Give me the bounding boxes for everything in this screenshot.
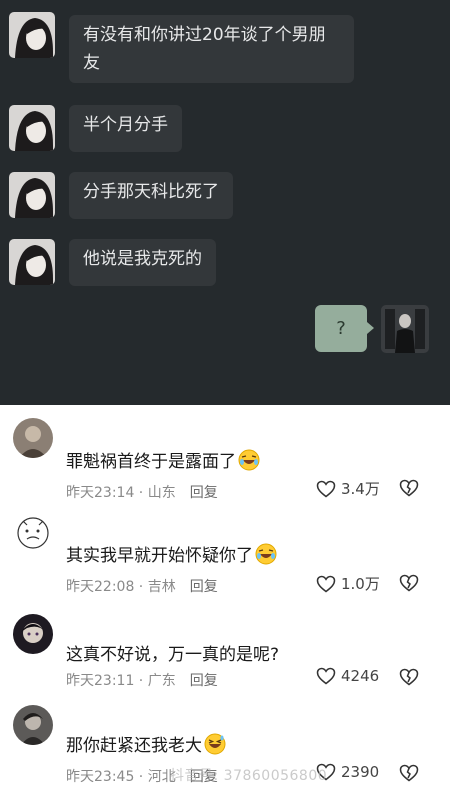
- broken-heart-icon: [399, 574, 419, 592]
- commenter-avatar[interactable]: [13, 614, 53, 654]
- sender-avatar: [9, 239, 55, 285]
- watermark: 抖音号: 37860056800: [170, 768, 328, 784]
- comment-text: 罪魁祸首终于是露面了: [66, 447, 260, 476]
- my-avatar: [381, 305, 429, 353]
- sender-avatar: [9, 12, 55, 58]
- sender-avatar: [9, 172, 55, 218]
- commenter-avatar[interactable]: [13, 513, 53, 553]
- comment-time: 昨天23:14: [66, 485, 135, 501]
- comment-item: 罪魁祸首终于是露面了 昨天23:14 · 山东 回复 3.4万: [0, 405, 450, 505]
- grinning-sweat-emoji: [204, 733, 226, 760]
- heart-icon: [316, 480, 336, 497]
- broken-heart-icon: [399, 764, 419, 782]
- dislike-button[interactable]: [399, 764, 419, 786]
- comment-meta: 昨天23:14 · 山东 回复: [66, 485, 218, 501]
- commenter-avatar[interactable]: [13, 705, 53, 745]
- comment-time: 昨天23:45: [66, 769, 135, 785]
- laughing-crying-emoji: [238, 449, 260, 476]
- chat-message: 分手那天科比死了: [69, 172, 233, 219]
- heart-icon: [316, 667, 336, 685]
- comment-item: 其实我早就开始怀疑你了 昨天22:08 · 吉林 回复 1.0万: [0, 505, 450, 605]
- reply-button[interactable]: 回复: [190, 673, 218, 689]
- chat-screenshot: 有没有和你讲过20年谈了个男朋友 半个月分手 分手那天科比死了 他说是我克死的 …: [0, 0, 450, 405]
- like-count: 4246: [341, 667, 380, 685]
- like-count: 1.0万: [341, 575, 380, 593]
- comment-time: 昨天22:08: [66, 579, 135, 595]
- like-button[interactable]: 1.0万: [316, 573, 380, 594]
- bubble-tail: [367, 322, 374, 334]
- chat-message: 有没有和你讲过20年谈了个男朋友: [69, 15, 354, 83]
- comment-meta: 昨天23:11 · 广东 回复: [66, 673, 218, 689]
- chat-message: 他说是我克死的: [69, 239, 216, 286]
- sender-avatar: [9, 105, 55, 151]
- dislike-button[interactable]: [399, 479, 419, 501]
- comment-text: 那你赶紧还我老大: [66, 731, 226, 760]
- broken-heart-icon: [399, 668, 419, 686]
- dislike-button[interactable]: [399, 574, 419, 596]
- like-count: 2390: [341, 763, 380, 781]
- my-reply-bubble: ?: [315, 305, 367, 352]
- broken-heart-icon: [399, 479, 419, 497]
- reply-button[interactable]: 回复: [190, 485, 218, 501]
- comment-text: 这真不好说，万一真的是呢?: [66, 645, 280, 665]
- comment-time: 昨天23:11: [66, 673, 135, 689]
- like-button[interactable]: 4246: [316, 667, 379, 685]
- dislike-button[interactable]: [399, 668, 419, 690]
- chat-message: 半个月分手: [69, 105, 182, 152]
- comment-location: 山东: [147, 485, 176, 501]
- reply-button[interactable]: 回复: [190, 579, 218, 595]
- like-button[interactable]: 3.4万: [316, 478, 380, 499]
- heart-icon: [316, 575, 336, 592]
- laughing-crying-emoji: [255, 543, 277, 570]
- commenter-avatar[interactable]: [13, 418, 53, 458]
- comment-meta: 昨天22:08 · 吉林 回复: [66, 579, 218, 595]
- comment-text: 其实我早就开始怀疑你了: [66, 541, 277, 570]
- comment-location: 广东: [147, 673, 176, 689]
- comment-item: 这真不好说，万一真的是呢? 昨天23:11 · 广东 回复 4246: [0, 600, 450, 700]
- like-count: 3.4万: [341, 480, 380, 498]
- comment-location: 吉林: [147, 579, 176, 595]
